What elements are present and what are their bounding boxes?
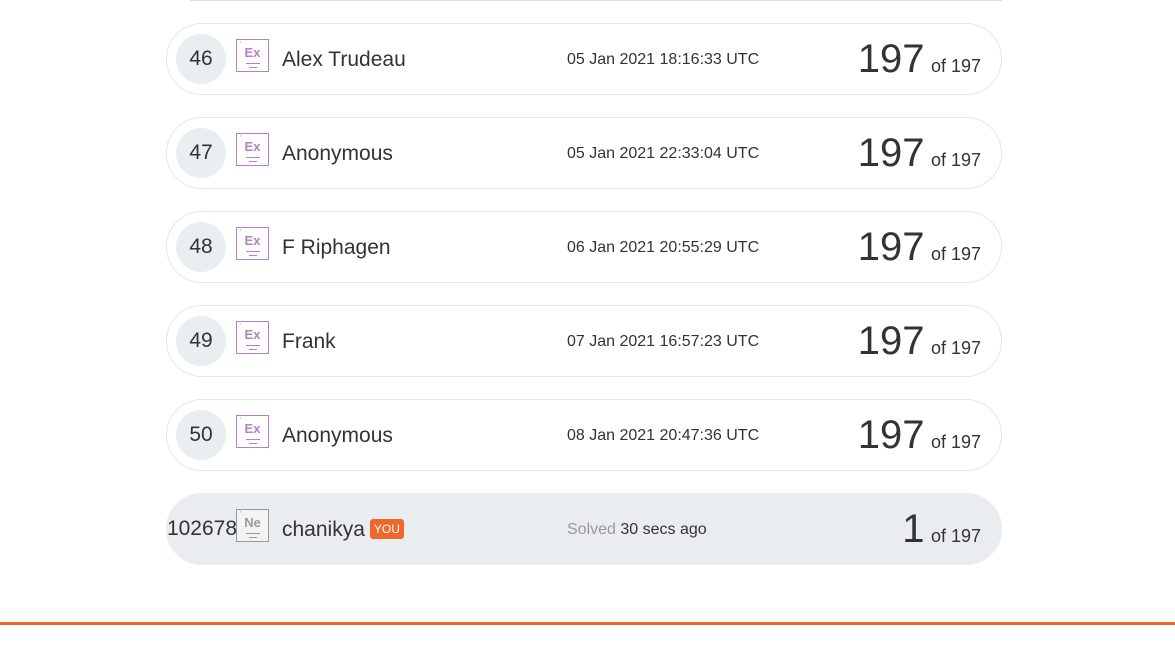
element-ex-icon: ' Ex: [236, 227, 269, 260]
score-value: 197: [857, 225, 925, 269]
score: 197 of 197: [858, 413, 981, 458]
rank-circle: 47: [176, 128, 226, 178]
player-name-text[interactable]: chanikya: [282, 518, 365, 541]
solved-label: Solved: [567, 521, 616, 538]
solved-time: 06 Jan 2021 20:55:29 UTC: [567, 239, 760, 256]
player-name[interactable]: chanikya YOU: [282, 518, 404, 542]
score-value: 1: [902, 507, 925, 551]
score-total: of 197: [930, 432, 981, 452]
leaderboard-row: 46 ' Ex Alex Trudeau 05 Jan 2021 18:16:33…: [166, 23, 1002, 95]
player-name[interactable]: Alex Trudeau: [282, 48, 406, 72]
footer-accent-line: [0, 622, 1175, 625]
player-name[interactable]: Frank: [282, 330, 336, 354]
score-total: of 197: [930, 244, 981, 264]
score: 197 of 197: [858, 131, 981, 176]
leaderboard-row: 47 ' Ex Anonymous 05 Jan 2021 22:33:04 UT…: [166, 117, 1002, 189]
score: 197 of 197: [858, 37, 981, 82]
element-ex-icon: ' Ex: [236, 321, 269, 354]
element-ex-icon: ' Ex: [236, 133, 269, 166]
rank-circle: 49: [176, 316, 226, 366]
current-user-row: 102678 ' Ne chanikya YOU Solved 30 secs ag…: [166, 493, 1002, 565]
score-value: 197: [857, 131, 925, 175]
solved-time: Solved 30 secs ago: [567, 521, 707, 539]
score: 1 of 197: [902, 507, 981, 552]
score-total: of 197: [930, 526, 981, 546]
top-divider: [190, 0, 1002, 1]
rank-circle: 50: [176, 410, 226, 460]
score-total: of 197: [930, 150, 981, 170]
leaderboard-row: 48 ' Ex F Riphagen 06 Jan 2021 20:55:29 U…: [166, 211, 1002, 283]
score-total: of 197: [930, 338, 981, 358]
score-value: 197: [857, 319, 925, 363]
player-name[interactable]: F Riphagen: [282, 236, 391, 260]
rank-circle: 48: [176, 222, 226, 272]
you-badge: YOU: [369, 519, 404, 539]
player-name[interactable]: Anonymous: [282, 424, 393, 448]
score-value: 197: [857, 37, 925, 81]
solved-ago: 30 secs ago: [620, 521, 707, 538]
element-ex-icon: ' Ex: [236, 39, 269, 72]
leaderboard-row: 49 ' Ex Frank 07 Jan 2021 16:57:23 UTC 19…: [166, 305, 1002, 377]
score-value: 197: [857, 413, 925, 457]
element-ne-icon: ' Ne: [236, 509, 269, 542]
leaderboard-list: 46 ' Ex Alex Trudeau 05 Jan 2021 18:16:33…: [166, 23, 1002, 587]
element-ex-icon: ' Ex: [236, 415, 269, 448]
solved-time: 05 Jan 2021 18:16:33 UTC: [567, 51, 760, 68]
solved-time: 05 Jan 2021 22:33:04 UTC: [567, 145, 760, 162]
score: 197 of 197: [858, 319, 981, 364]
player-name[interactable]: Anonymous: [282, 142, 393, 166]
rank-circle: 46: [176, 34, 226, 84]
score: 197 of 197: [858, 225, 981, 270]
leaderboard-row: 50 ' Ex Anonymous 08 Jan 2021 20:47:36 UT…: [166, 399, 1002, 471]
solved-time: 08 Jan 2021 20:47:36 UTC: [567, 427, 760, 444]
rank-number: 102678: [166, 517, 238, 540]
score-total: of 197: [930, 56, 981, 76]
solved-time: 07 Jan 2021 16:57:23 UTC: [567, 333, 760, 350]
